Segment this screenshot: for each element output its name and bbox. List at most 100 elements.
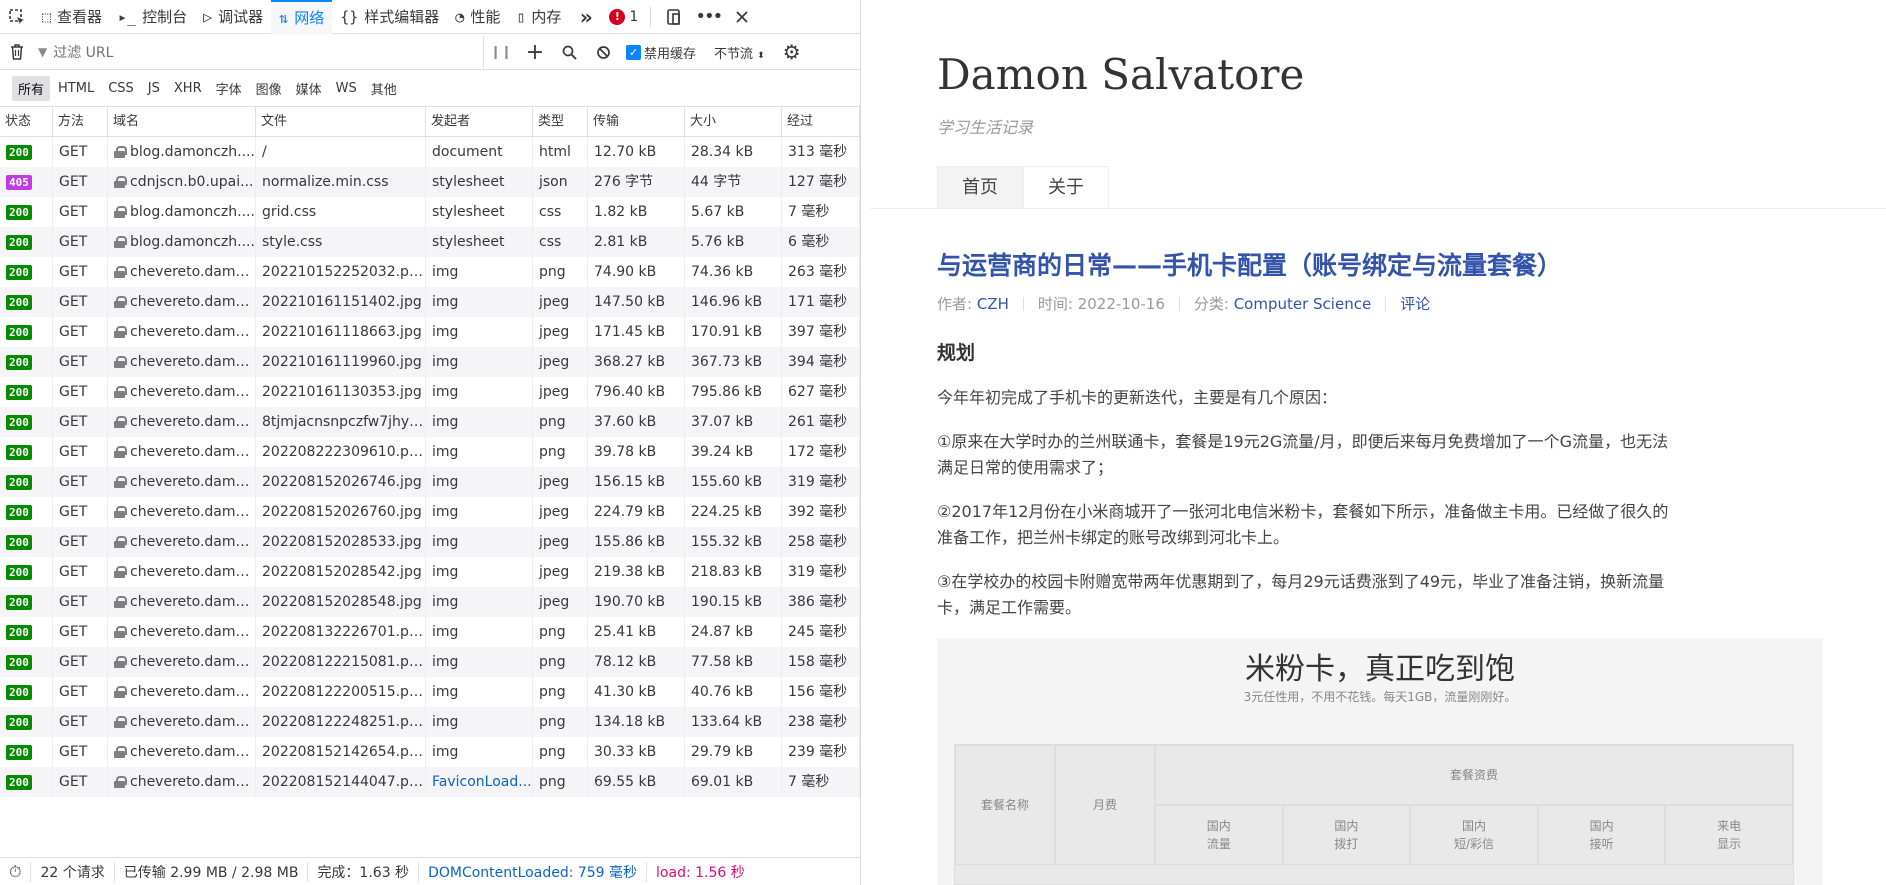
- table-row[interactable]: 200 GET blog.damonczh.... style.css styleshe…: [0, 227, 860, 257]
- tab-memory[interactable]: ▯ 内存: [508, 0, 569, 34]
- table-row[interactable]: 200 GET chevereto.damo... 202208152028542.j…: [0, 557, 860, 587]
- cell-initiator[interactable]: FaviconLoad...: [426, 767, 533, 797]
- block-icon[interactable]: [586, 35, 620, 69]
- type-filter-button[interactable]: 媒体: [290, 76, 328, 101]
- table-row[interactable]: 200 GET chevereto.damo... 202210161118663.j…: [0, 317, 860, 347]
- table-row[interactable]: 200 GET chevereto.damo... 202208152028548.j…: [0, 587, 860, 617]
- column-header[interactable]: 方法: [53, 106, 108, 137]
- table-row[interactable]: 200 GET chevereto.damo... 202208152144047.p…: [0, 767, 860, 797]
- tab-inspector[interactable]: ⬚ 查看器: [34, 0, 110, 34]
- cell-file: 8tjmjacnsnpczfw7jhyl59.: [256, 407, 426, 437]
- lock-icon: [114, 746, 127, 758]
- table-row[interactable]: 200 GET chevereto.damo... 202208122248251.p…: [0, 707, 860, 737]
- close-icon[interactable]: [725, 0, 759, 34]
- cell-initiator: document: [426, 137, 533, 167]
- filter-url-input[interactable]: ▼ 过滤 URL: [34, 35, 484, 69]
- tab-network[interactable]: ⇅ 网络: [271, 0, 333, 34]
- trash-icon[interactable]: [0, 35, 34, 69]
- column-header[interactable]: 传输: [588, 106, 685, 137]
- table-row[interactable]: 200 GET chevereto.damo... 202208122200515.p…: [0, 677, 860, 707]
- cell-time: 238 毫秒: [782, 707, 860, 737]
- cell-transferred: 147.50 kB: [588, 287, 685, 317]
- column-header[interactable]: 大小: [685, 106, 782, 137]
- type-filter-button[interactable]: 所有: [12, 76, 51, 101]
- cell-transferred: 39.78 kB: [588, 437, 685, 467]
- cell-method: GET: [53, 767, 108, 797]
- cell-file: 202208152142654.png: [256, 737, 426, 767]
- table-row[interactable]: 200 GET chevereto.damo... 202208152026746.j…: [0, 467, 860, 497]
- cell-file: 202208152028533.jpg: [256, 527, 426, 557]
- plan-fees-header: 套餐资费: [1155, 745, 1793, 805]
- table-row[interactable]: 200 GET blog.damonczh.... grid.css styleshee…: [0, 197, 860, 227]
- error-count[interactable]: ! 1: [603, 8, 644, 25]
- element-picker-icon[interactable]: [0, 0, 34, 34]
- lock-icon: [114, 476, 127, 488]
- cell-file: normalize.min.css: [256, 167, 426, 197]
- table-row[interactable]: 200 GET chevereto.damo... 202210152252032.p…: [0, 257, 860, 287]
- cell-method: GET: [53, 317, 108, 347]
- type-filter-button[interactable]: HTML: [52, 78, 100, 99]
- comments-link[interactable]: 评论: [1400, 293, 1430, 314]
- type-filter-button[interactable]: WS: [330, 78, 363, 99]
- add-icon[interactable]: +: [518, 35, 552, 69]
- settings-gear-icon[interactable]: ⚙: [775, 35, 809, 69]
- throttle-dropdown[interactable]: 不节流 ⬍: [714, 43, 765, 62]
- responsive-design-icon[interactable]: [657, 0, 691, 34]
- cell-file: 202208132226701.png: [256, 617, 426, 647]
- table-row[interactable]: 200 GET chevereto.damo... 202208122215081.p…: [0, 647, 860, 677]
- cell-initiator: img: [426, 497, 533, 527]
- column-header[interactable]: 状态: [0, 106, 53, 137]
- type-filter-button[interactable]: CSS: [102, 78, 140, 99]
- post-title[interactable]: 与运营商的日常——手机卡配置（账号绑定与流量套餐）: [937, 246, 1562, 282]
- column-header[interactable]: 发起者: [426, 106, 533, 137]
- table-row[interactable]: 200 GET chevereto.damo... 202208152028533.j…: [0, 527, 860, 557]
- column-header[interactable]: 经过: [782, 106, 860, 137]
- cell-time: 627 毫秒: [782, 377, 860, 407]
- tab-debugger[interactable]: ▷ 调试器: [195, 0, 271, 34]
- table-row[interactable]: 200 GET chevereto.damo... 202210161130353.j…: [0, 377, 860, 407]
- site-title[interactable]: Damon Salvatore: [937, 50, 1304, 99]
- tab-style-editor[interactable]: {} 样式编辑器: [332, 0, 447, 34]
- cell-time: 397 毫秒: [782, 317, 860, 347]
- cell-size: 224.25 kB: [685, 497, 782, 527]
- column-header[interactable]: 类型: [533, 106, 588, 137]
- cell-initiator: img: [426, 437, 533, 467]
- type-filter-button[interactable]: 字体: [210, 76, 248, 101]
- type-filter-button[interactable]: 图像: [250, 76, 288, 101]
- disable-cache-checkbox[interactable]: ✓ 禁用缓存: [626, 43, 696, 62]
- nav-about[interactable]: 关于: [1023, 166, 1109, 208]
- type-filter-button[interactable]: JS: [142, 78, 166, 99]
- table-row[interactable]: 200 GET chevereto.damo... 202208222309610.p…: [0, 437, 860, 467]
- table-row[interactable]: 200 GET chevereto.damo... 8tjmjacnsnpczfw7j…: [0, 407, 860, 437]
- cell-file: 202208122248251.png: [256, 707, 426, 737]
- cell-time: 7 毫秒: [782, 197, 860, 227]
- type-filter-button[interactable]: XHR: [168, 78, 208, 99]
- more-tools-icon[interactable]: »: [569, 0, 603, 34]
- pause-icon[interactable]: ❙❙: [484, 35, 518, 69]
- performance-analysis-icon[interactable]: ⏱: [0, 861, 32, 882]
- table-row[interactable]: 200 GET chevereto.damo... 202210161151402.j…: [0, 287, 860, 317]
- table-row[interactable]: 200 GET chevereto.damo... 202210161119960.j…: [0, 347, 860, 377]
- category-link[interactable]: Computer Science: [1234, 295, 1371, 313]
- cell-status: 200: [0, 197, 53, 227]
- search-icon[interactable]: [552, 35, 586, 69]
- tab-performance[interactable]: ◔ 性能: [447, 0, 508, 34]
- cell-domain: chevereto.damo...: [108, 467, 256, 497]
- table-row[interactable]: 200 GET chevereto.damo... 202208152026760.j…: [0, 497, 860, 527]
- cell-status: 200: [0, 767, 53, 797]
- column-header[interactable]: 域名: [108, 106, 256, 137]
- author-link[interactable]: CZH: [977, 295, 1009, 313]
- column-header[interactable]: 文件: [256, 106, 426, 137]
- tab-console[interactable]: ▸_ 控制台: [110, 0, 195, 34]
- table-row[interactable]: 200 GET chevereto.damo... 202208132226701.p…: [0, 617, 860, 647]
- plan-promo-image: 米粉卡，真正吃到饱 3元任性用，不用不花钱。每天1GB，流量刚刚好。 套餐名称 …: [937, 638, 1823, 885]
- type-filter-button[interactable]: 其他: [365, 76, 403, 101]
- cell-size: 133.64 kB: [685, 707, 782, 737]
- nav-home[interactable]: 首页: [937, 166, 1023, 208]
- cell-type: jpeg: [533, 467, 588, 497]
- table-row[interactable]: 200 GET blog.damonczh.... / document html 12.7…: [0, 137, 860, 167]
- table-row[interactable]: 200 GET chevereto.damo... 202208152142654.p…: [0, 737, 860, 767]
- more-options-icon[interactable]: •••: [691, 0, 725, 34]
- domain-text: chevereto.damo...: [130, 564, 256, 580]
- table-row[interactable]: 405 GET cdnjscn.b0.upai... normalize.min.cs…: [0, 167, 860, 197]
